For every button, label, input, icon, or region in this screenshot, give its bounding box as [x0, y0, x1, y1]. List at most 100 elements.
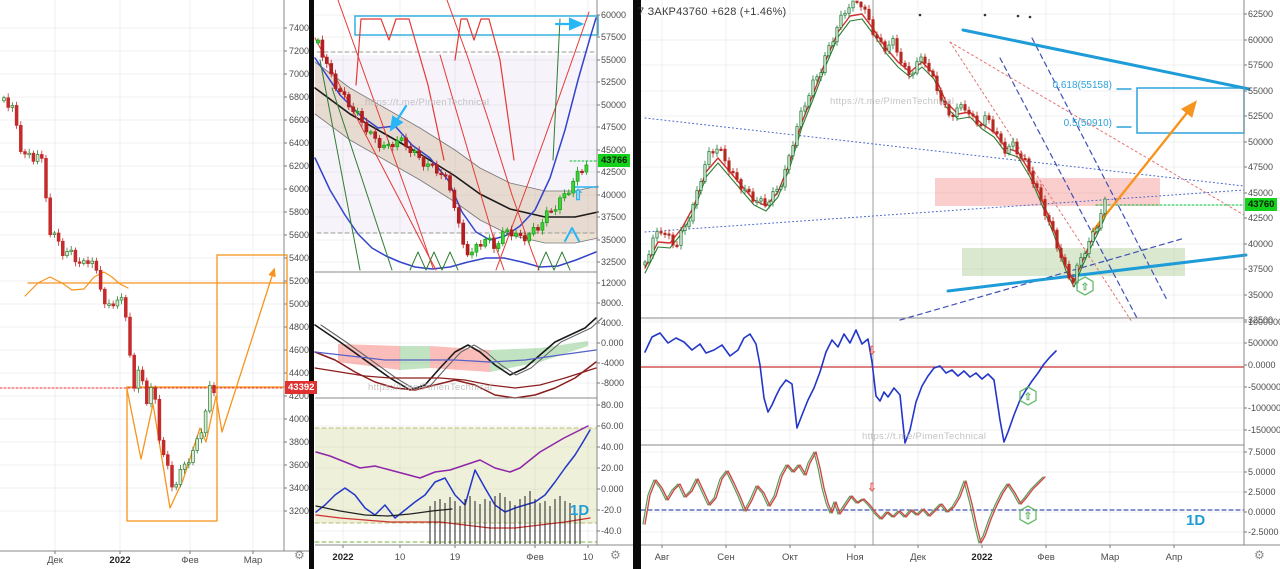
candle	[751, 191, 755, 202]
candle	[903, 62, 907, 67]
candle	[835, 27, 839, 43]
candle	[1091, 231, 1095, 242]
candle	[1047, 215, 1051, 222]
candle	[575, 170, 580, 182]
down-arrow-icon: ⇩	[867, 345, 876, 357]
candle	[558, 197, 562, 211]
candle	[1039, 187, 1043, 200]
candle	[647, 254, 651, 263]
candle	[791, 145, 795, 157]
candle	[1095, 227, 1099, 232]
candle	[975, 115, 979, 125]
candle	[719, 148, 723, 151]
price-axis-left[interactable]	[284, 0, 318, 545]
candle	[659, 231, 663, 234]
candle	[404, 137, 408, 147]
candle	[683, 226, 687, 231]
candle	[187, 462, 191, 465]
candle	[935, 75, 939, 91]
candle	[35, 154, 40, 162]
indicator-line	[24, 271, 129, 297]
annotation-zone	[935, 178, 1160, 206]
candle	[461, 222, 466, 245]
trading-terminal: ⇧ ⇧ ⇧ ⇧ ⇩ ⇩ Дек 2022 Фев Мар 74000 72000 70000 68000…	[0, 0, 1280, 569]
candle	[799, 110, 803, 127]
price-axis-middle[interactable]	[597, 0, 633, 545]
candle	[103, 288, 107, 305]
candle	[496, 243, 501, 249]
candle	[1023, 157, 1027, 161]
candle	[915, 61, 919, 74]
candle	[967, 109, 971, 115]
candle	[1003, 141, 1007, 154]
candle	[153, 387, 157, 400]
candle	[1051, 221, 1055, 231]
candle	[1015, 141, 1019, 155]
candle	[377, 138, 382, 148]
candle	[536, 227, 540, 231]
candle	[811, 79, 815, 96]
marker-dot	[983, 13, 987, 17]
annotation-zone	[216, 254, 288, 388]
candle	[879, 37, 883, 43]
time-axis[interactable]	[0, 545, 1280, 569]
candle	[329, 63, 334, 75]
candle	[971, 113, 975, 117]
candle	[779, 186, 783, 190]
candle	[803, 105, 807, 112]
candle	[157, 398, 162, 441]
candle	[145, 380, 149, 405]
candle	[338, 88, 342, 92]
indicator-line	[644, 117, 1245, 187]
candle	[355, 111, 360, 114]
candle	[787, 155, 791, 170]
candle	[743, 188, 747, 192]
candle	[553, 209, 558, 212]
candle	[911, 72, 915, 76]
candle	[14, 105, 19, 126]
symbol-info-legend[interactable]: 7 ЗАКР43760 +628 (+1.46%)	[638, 6, 786, 18]
candle	[819, 72, 823, 78]
candle	[955, 107, 959, 118]
candle	[531, 227, 536, 235]
candle	[40, 154, 44, 159]
candle	[795, 126, 799, 146]
candle	[1063, 257, 1067, 265]
candle	[927, 62, 931, 72]
candle	[549, 210, 554, 213]
candle	[1099, 213, 1103, 229]
candle	[711, 151, 715, 154]
candle	[470, 251, 474, 256]
candle	[333, 73, 338, 90]
candle	[759, 198, 763, 202]
panel-divider	[633, 0, 641, 569]
candle	[23, 151, 27, 155]
candle	[48, 197, 52, 235]
candle	[699, 181, 703, 191]
candle	[839, 14, 843, 28]
candle	[859, 1, 863, 8]
candle	[514, 232, 518, 237]
candle	[727, 160, 731, 172]
candle	[182, 463, 187, 470]
candle	[111, 303, 115, 307]
candle	[951, 114, 955, 118]
candle	[208, 385, 212, 412]
candle	[212, 385, 216, 394]
candle	[735, 172, 739, 180]
candle	[390, 143, 395, 148]
annotation-zone	[1136, 87, 1245, 134]
candle	[899, 51, 903, 64]
candle	[1103, 198, 1107, 214]
indicator-line	[644, 13, 1107, 283]
marker-dot	[1028, 15, 1032, 19]
candle	[382, 144, 386, 148]
candle	[875, 34, 879, 39]
candle	[983, 115, 987, 126]
timeframe-badge: 1D	[1186, 512, 1206, 529]
candle	[827, 45, 831, 57]
candle	[891, 38, 895, 46]
price-axis-right[interactable]	[1244, 0, 1280, 545]
watermark-link: https://t.me/PimenTechnical	[830, 96, 955, 107]
candle	[863, 6, 867, 10]
